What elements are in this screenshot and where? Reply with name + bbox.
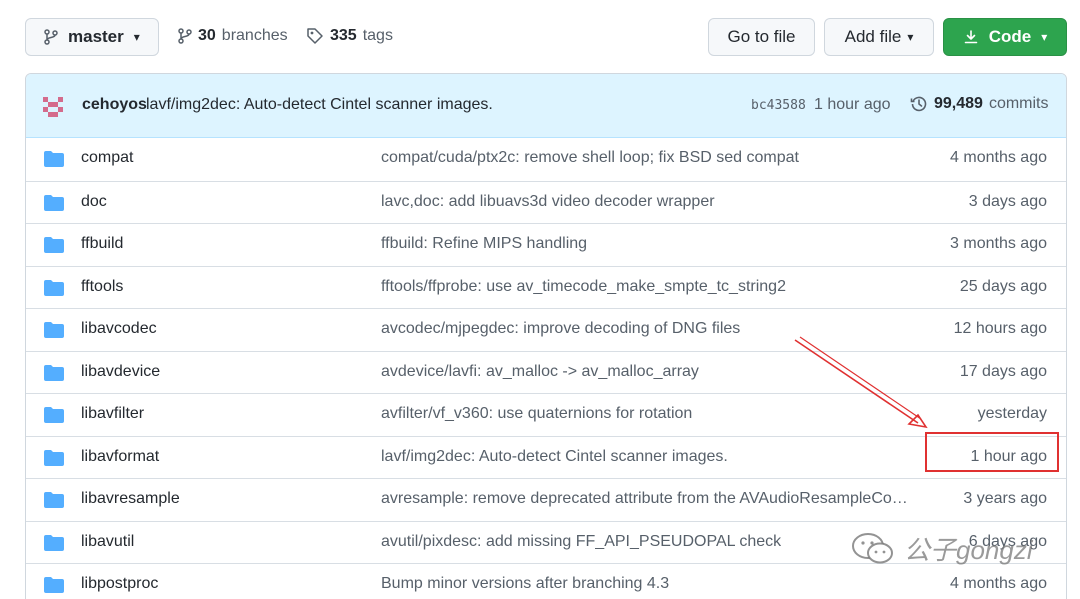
go-to-file-label: Go to file [727,27,796,46]
file-name-link[interactable]: libavformat [81,448,159,466]
file-row: fftools fftools/ffprobe: use av_timecode_… [26,265,1066,309]
file-row: ffbuild ffbuild: Refine MIPS handling 3 mo… [26,223,1066,266]
folder-icon [44,322,64,338]
branches-label: branches [221,27,288,44]
tags-count: 335 [330,27,357,44]
file-row: libavformat lavf/img2dec: Auto-detect Cin… [26,435,1066,479]
commits-count: 99,489 [934,95,983,112]
file-rows: compat compat/cuda/ptx2c: remove shell lo… [26,138,1066,599]
history-icon [910,96,927,112]
file-row: libavfilter avfilter/vf_v360: use quatern… [26,393,1066,436]
code-label: Code [988,27,1032,46]
file-name-link[interactable]: libavresample [81,490,180,508]
code-button[interactable]: Code ▾ [943,18,1067,56]
go-to-file-button[interactable]: Go to file [708,18,815,56]
folder-icon [44,364,64,381]
file-name-link[interactable]: libavdevice [81,363,160,381]
repo-toolbar: master ▾ 30 branches 335 tags Go to file… [0,0,1080,74]
file-name-link[interactable]: ffbuild [81,235,123,253]
file-commit-message-link[interactable]: lavf/img2dec: Auto-detect Cintel scanner… [381,448,728,466]
chevron-down-icon: ▾ [907,30,914,44]
folder-icon [44,279,64,296]
folder-icon [44,534,64,551]
commit-message-link[interactable]: lavf/img2dec: Auto-detect Cintel scanner… [146,96,493,114]
chevron-down-icon: ▾ [1041,30,1048,44]
branch-name: master [68,27,124,46]
file-name-link[interactable]: fftools [81,278,123,296]
file-commit-message-link[interactable]: avutil/pixdesc: add missing FF_API_PSEUD… [381,533,781,551]
file-row: compat compat/cuda/ptx2c: remove shell lo… [26,138,1066,181]
file-commit-age: yesterday [977,405,1047,422]
file-row: libavresample avresample: remove deprecat… [26,478,1066,521]
file-row: libavutil avutil/pixdesc: add missing FF_… [26,520,1066,564]
file-row: libavcodec avcodec/mjpegdec: improve deco… [26,308,1066,351]
file-commit-age: 3 years ago [963,490,1047,507]
commit-author-link[interactable]: cehoyos [82,96,147,114]
file-row: libpostproc Bump minor versions after bra… [26,563,1066,599]
file-commit-message-link[interactable]: ffbuild: Refine MIPS handling [381,235,587,253]
file-commit-message-link[interactable]: fftools/ffprobe: use av_timecode_make_sm… [381,278,786,296]
file-commit-message-link[interactable]: avcodec/mjpegdec: improve decoding of DN… [381,320,740,338]
file-commit-age: 17 days ago [959,362,1047,380]
file-name-link[interactable]: libavutil [81,533,134,551]
commits-label: commits [988,95,1049,112]
commit-time: 1 hour ago [814,96,891,113]
file-row: doc lavc,doc: add libuavs3d video decoder… [26,180,1066,224]
folder-icon [44,151,64,167]
folder-icon [44,449,64,466]
commit-sha-link[interactable]: bc43588 [751,98,806,113]
file-commit-message-link[interactable]: lavc,doc: add libuavs3d video decoder wr… [381,193,715,211]
file-commit-message-link[interactable]: avresample: remove deprecated attribute … [381,490,908,508]
tags-link[interactable]: 335 tags [306,27,393,45]
add-file-button[interactable]: Add file ▾ [824,18,934,56]
file-commit-age: 4 months ago [950,575,1047,592]
branches-count: 30 [198,27,216,44]
file-commit-age: 12 hours ago [953,320,1047,337]
file-commit-age: 1 hour ago [970,447,1047,465]
folder-icon [44,237,64,253]
file-name-link[interactable]: libavcodec [81,320,157,338]
latest-commit-bar: cehoyos lavf/img2dec: Auto-detect Cintel… [26,74,1066,138]
download-icon [964,30,978,44]
git-branch-icon [178,28,192,44]
file-name-link[interactable]: compat [81,149,133,167]
avatar[interactable] [40,94,66,120]
branches-link[interactable]: 30 branches [178,27,288,45]
chevron-down-icon: ▾ [133,30,140,44]
file-commit-age: 3 days ago [968,192,1047,210]
add-file-label: Add file [844,27,902,46]
file-commit-message-link[interactable]: avfilter/vf_v360: use quaternions for ro… [381,405,692,423]
file-name-link[interactable]: libpostproc [81,575,158,593]
folder-icon [44,407,64,423]
file-commit-age: 3 months ago [950,235,1047,252]
branch-select-button[interactable]: master ▾ [25,18,159,56]
file-name-link[interactable]: doc [81,193,107,211]
file-commit-message-link[interactable]: Bump minor versions after branching 4.3 [381,575,669,593]
folder-icon [44,492,64,508]
file-commit-age: 6 days ago [968,532,1047,550]
file-commit-message-link[interactable]: compat/cuda/ptx2c: remove shell loop; fi… [381,149,799,167]
file-row: libavdevice avdevice/lavfi: av_malloc -> … [26,350,1066,394]
tag-icon [307,28,323,44]
file-name-link[interactable]: libavfilter [81,405,144,423]
file-commit-message-link[interactable]: avdevice/lavfi: av_malloc -> av_malloc_a… [381,363,699,381]
tags-label: tags [362,27,393,44]
file-commit-age: 25 days ago [959,277,1047,295]
folder-icon [44,577,64,593]
file-commit-age: 4 months ago [950,149,1047,166]
git-branch-icon [44,29,58,45]
commits-history-link[interactable]: 99,489 commits [910,95,1049,113]
folder-icon [44,194,64,211]
file-listing: cehoyos lavf/img2dec: Auto-detect Cintel… [25,73,1067,599]
